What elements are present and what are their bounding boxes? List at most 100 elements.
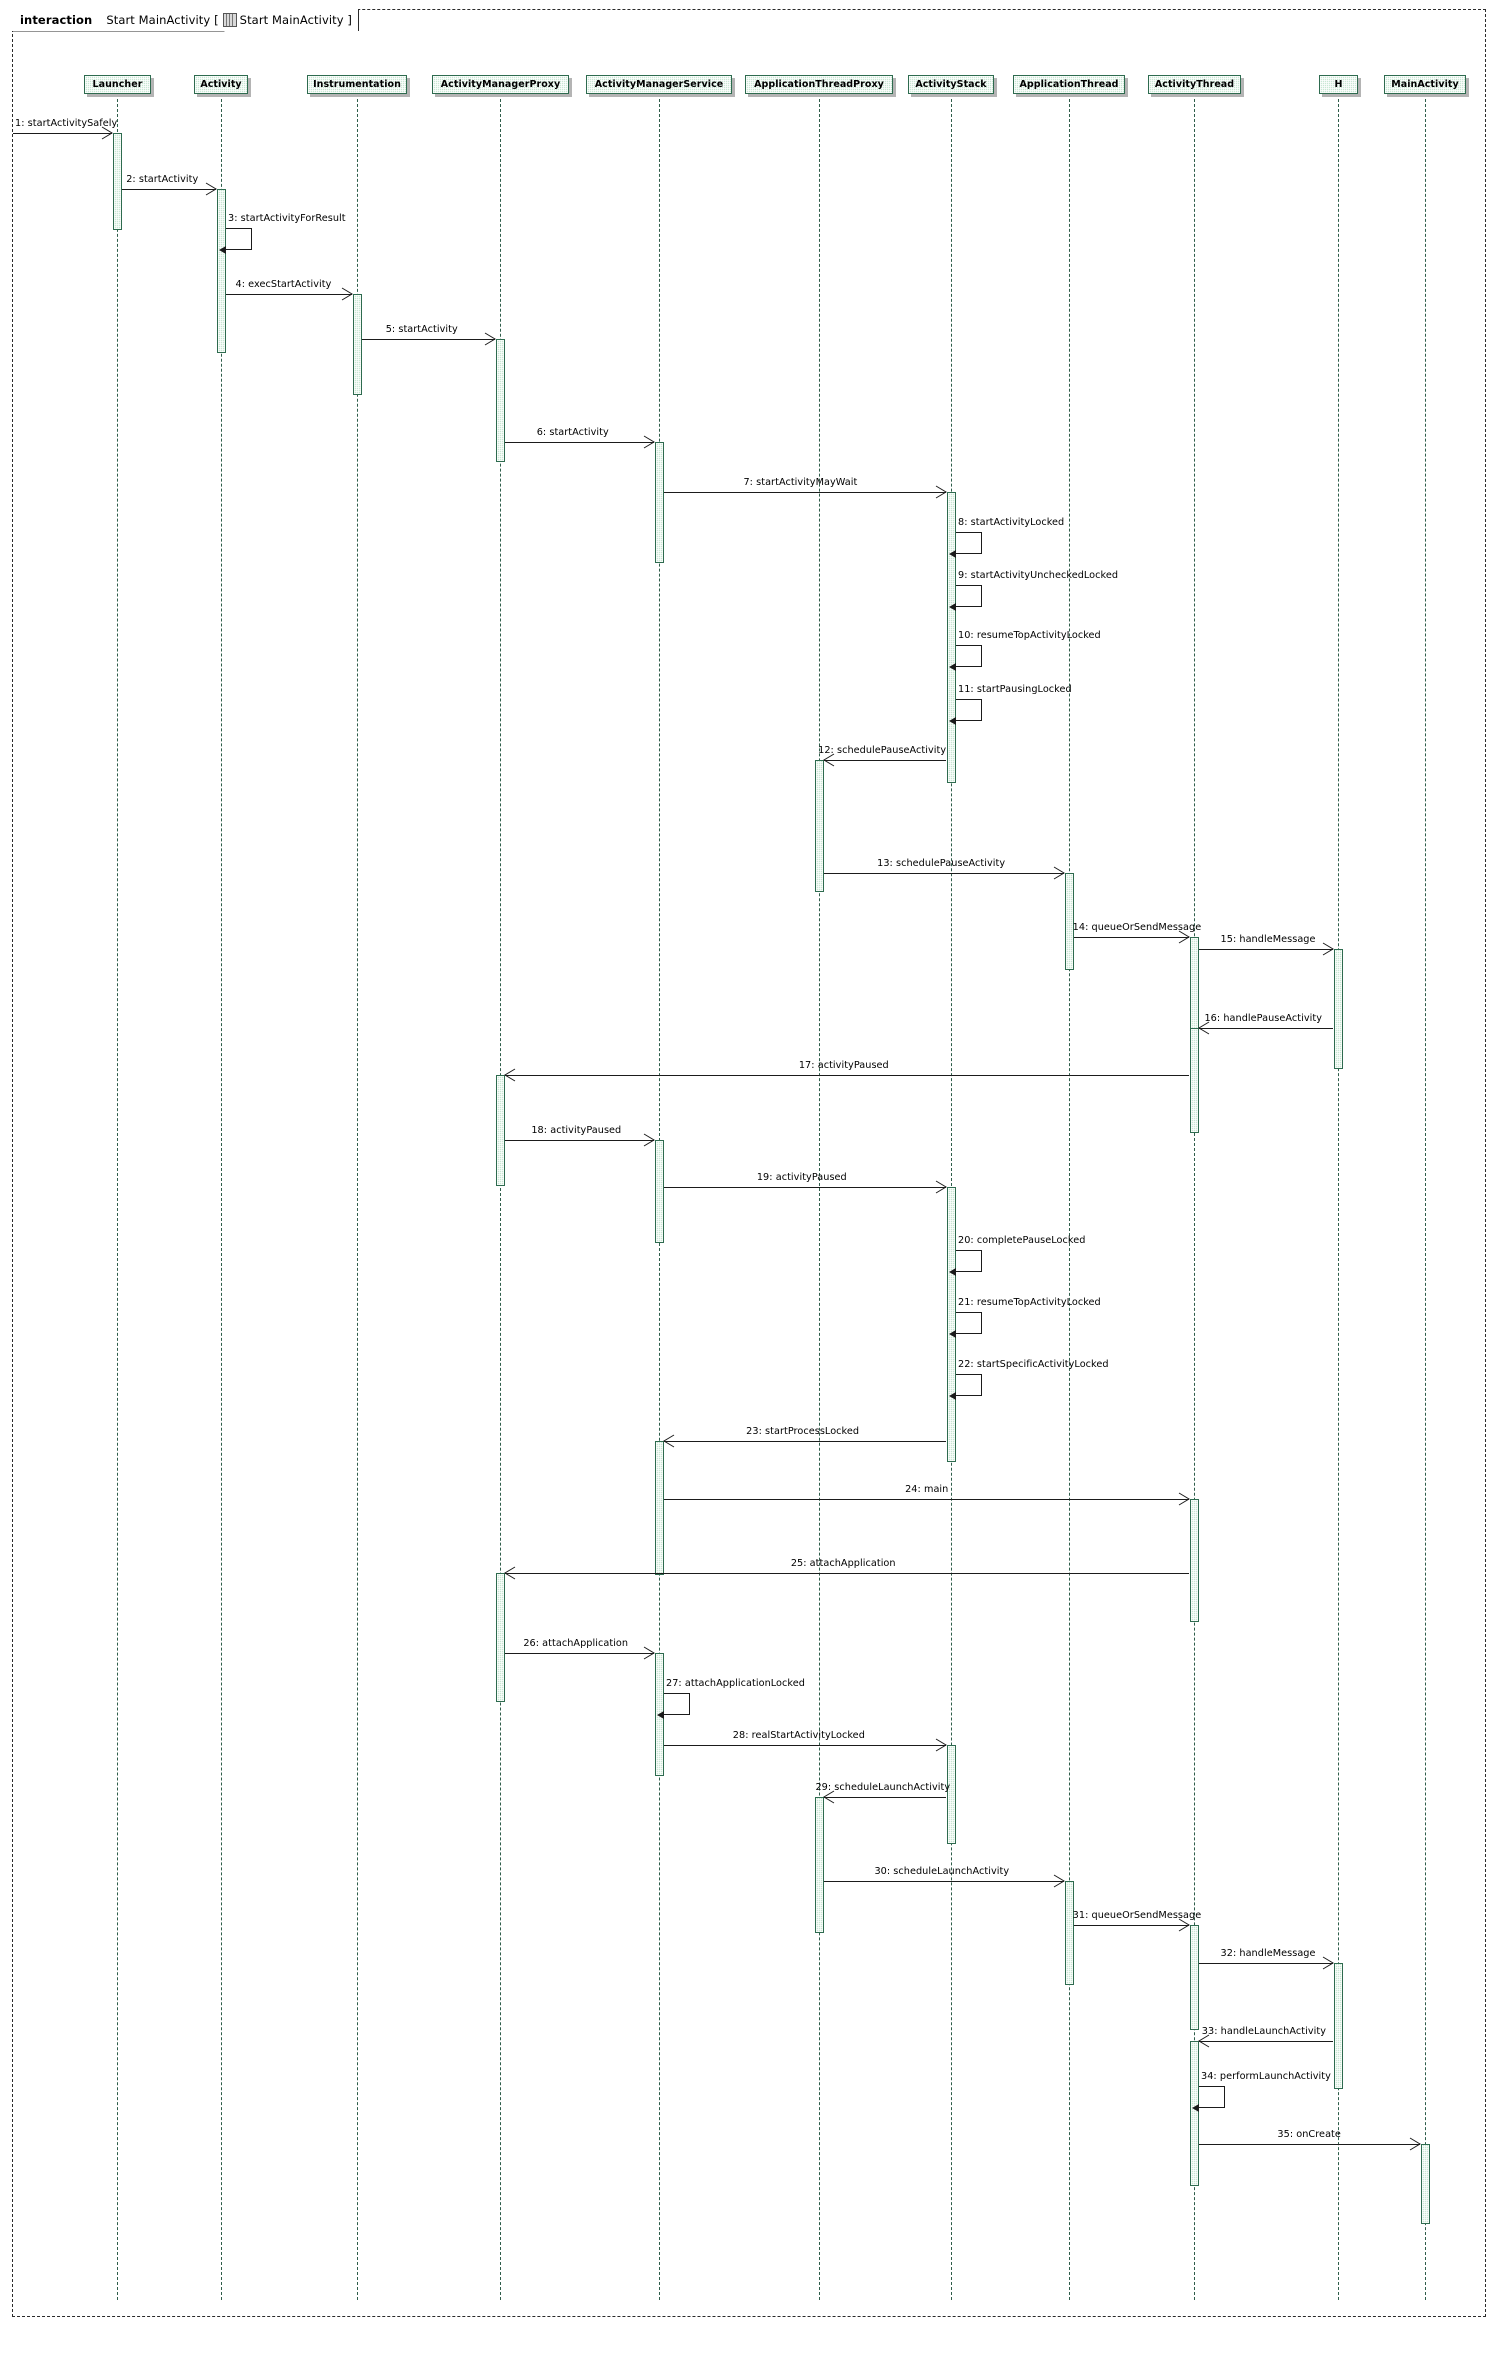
message-arrowhead	[1053, 1874, 1065, 1888]
activation-bar-instrumentation	[353, 294, 362, 395]
lifeline-name: Launcher	[92, 79, 143, 90]
message-arrowhead	[935, 1180, 947, 1194]
self-message-9[interactable]	[956, 585, 982, 607]
lifeline-head-mainactivity[interactable]: MainActivity	[1384, 75, 1466, 94]
activation-bar-activitymanagerservice	[655, 1441, 664, 1575]
frame-title-tail: Start MainActivity ]	[239, 13, 353, 27]
lifeline-name: ActivityManagerService	[594, 79, 724, 90]
message-line-2[interactable]	[122, 189, 216, 190]
lifeline-name: ActivityManagerProxy	[440, 79, 561, 90]
message-arrowhead	[643, 1646, 655, 1660]
lifeline-name: Instrumentation	[313, 79, 401, 90]
activation-bar-activitythread	[1190, 1499, 1199, 1622]
self-message-arrowhead-34	[1192, 2104, 1199, 2112]
message-arrowhead	[504, 1566, 516, 1580]
message-label-33: 33: handleLaunchActivity	[1201, 2026, 1326, 2037]
message-label-25: 25: attachApplication	[790, 1558, 896, 1569]
activation-bar-activitymanagerproxy	[496, 339, 505, 462]
activation-bar-activitymanagerproxy	[496, 1573, 505, 1702]
message-label-5: 5: startActivity	[385, 324, 458, 335]
message-label-14: 14: queueOrSendMessage	[1072, 922, 1202, 933]
message-line-19[interactable]	[664, 1187, 946, 1188]
message-line-7[interactable]	[664, 492, 946, 493]
message-line-31[interactable]	[1074, 1925, 1189, 1926]
message-line-15[interactable]	[1199, 949, 1333, 950]
message-line-14[interactable]	[1074, 937, 1189, 938]
message-label-4: 4: execStartActivity	[235, 279, 332, 290]
self-message-3[interactable]	[226, 228, 252, 250]
message-label-6: 6: startActivity	[536, 427, 609, 438]
message-label-2: 2: startActivity	[126, 174, 199, 185]
message-line-18[interactable]	[505, 1140, 654, 1141]
message-line-35[interactable]	[1199, 2144, 1420, 2145]
message-line-29[interactable]	[824, 1797, 946, 1798]
message-label-17: 17: activityPaused	[798, 1060, 889, 1071]
message-line-32[interactable]	[1199, 1963, 1333, 1964]
message-line-24[interactable]	[664, 1499, 1189, 1500]
self-message-34[interactable]	[1199, 2086, 1225, 2108]
lifeline-head-activitythread[interactable]: ActivityThread	[1148, 75, 1241, 94]
message-label-32: 32: handleMessage	[1220, 1948, 1316, 1959]
message-line-25[interactable]	[505, 1573, 1189, 1574]
lifeline-head-activitystack[interactable]: ActivityStack	[908, 75, 994, 94]
lifeline-head-activity[interactable]: Activity	[194, 75, 248, 94]
self-message-arrowhead-11	[949, 717, 956, 725]
self-message-arrowhead-20	[949, 1268, 956, 1276]
message-label-31: 31: queueOrSendMessage	[1072, 1910, 1202, 1921]
frame-title-tab: interaction Start MainActivity [ Start M…	[12, 9, 360, 31]
message-line-4[interactable]	[226, 294, 352, 295]
activation-bar-activitymanagerproxy	[496, 1075, 505, 1186]
lifeline-head-launcher[interactable]: Launcher	[84, 75, 151, 94]
lifeline-head-h[interactable]: H	[1319, 75, 1358, 94]
activation-bar-activitystack	[947, 492, 956, 783]
self-message-arrowhead-3	[219, 246, 226, 254]
self-message-arrowhead-22	[949, 1392, 956, 1400]
self-message-arrowhead-21	[949, 1330, 956, 1338]
lifeline-head-activitymanagerservice[interactable]: ActivityManagerService	[586, 75, 732, 94]
message-line-30[interactable]	[824, 1881, 1064, 1882]
lifeline-activity	[221, 94, 222, 2300]
self-message-10[interactable]	[956, 645, 982, 667]
self-message-8[interactable]	[956, 532, 982, 554]
message-arrowhead	[504, 1068, 516, 1082]
message-label-8: 8: startActivityLocked	[958, 517, 1065, 528]
self-message-22[interactable]	[956, 1374, 982, 1396]
activation-bar-activitythread	[1190, 1028, 1199, 1133]
message-label-34: 34: performLaunchActivity	[1201, 2071, 1331, 2082]
message-label-29: 29: scheduleLaunchActivity	[815, 1782, 951, 1793]
activation-bar-h	[1334, 949, 1343, 1069]
message-label-12: 12: schedulePauseActivity	[818, 745, 947, 756]
message-label-16: 16: handlePauseActivity	[1204, 1013, 1323, 1024]
message-line-12[interactable]	[824, 760, 946, 761]
lifeline-name: H	[1334, 79, 1343, 90]
lifeline-head-instrumentation[interactable]: Instrumentation	[307, 75, 407, 94]
lifeline-instrumentation	[357, 94, 358, 2300]
activation-bar-launcher	[113, 133, 122, 230]
message-line-5[interactable]	[362, 339, 495, 340]
message-line-28[interactable]	[664, 1745, 946, 1746]
message-line-13[interactable]	[824, 873, 1064, 874]
self-message-27[interactable]	[664, 1693, 690, 1715]
message-line-1[interactable]	[13, 133, 112, 134]
lifeline-head-activitymanagerproxy[interactable]: ActivityManagerProxy	[432, 75, 569, 94]
message-label-1: 1: startActivitySafely	[15, 118, 118, 129]
lifeline-head-applicationthread[interactable]: ApplicationThread	[1013, 75, 1125, 94]
self-message-20[interactable]	[956, 1250, 982, 1272]
lifeline-head-applicationthreadproxy[interactable]: ApplicationThreadProxy	[745, 75, 893, 94]
activation-bar-activitythread	[1190, 2041, 1199, 2186]
activation-bar-applicationthreadproxy	[815, 1797, 824, 1933]
message-line-26[interactable]	[505, 1653, 654, 1654]
message-line-17[interactable]	[505, 1075, 1189, 1076]
message-line-16[interactable]	[1199, 1028, 1333, 1029]
message-label-20: 20: completePauseLocked	[958, 1235, 1086, 1246]
self-message-11[interactable]	[956, 699, 982, 721]
message-arrowhead	[935, 485, 947, 499]
message-line-6[interactable]	[505, 442, 654, 443]
self-message-21[interactable]	[956, 1312, 982, 1334]
lifeline-name: ActivityThread	[1154, 79, 1235, 90]
activation-bar-h	[1334, 1963, 1343, 2089]
message-line-23[interactable]	[664, 1441, 946, 1442]
message-arrowhead	[643, 1133, 655, 1147]
message-line-33[interactable]	[1199, 2041, 1333, 2042]
activation-bar-activitythread	[1190, 937, 1199, 1042]
